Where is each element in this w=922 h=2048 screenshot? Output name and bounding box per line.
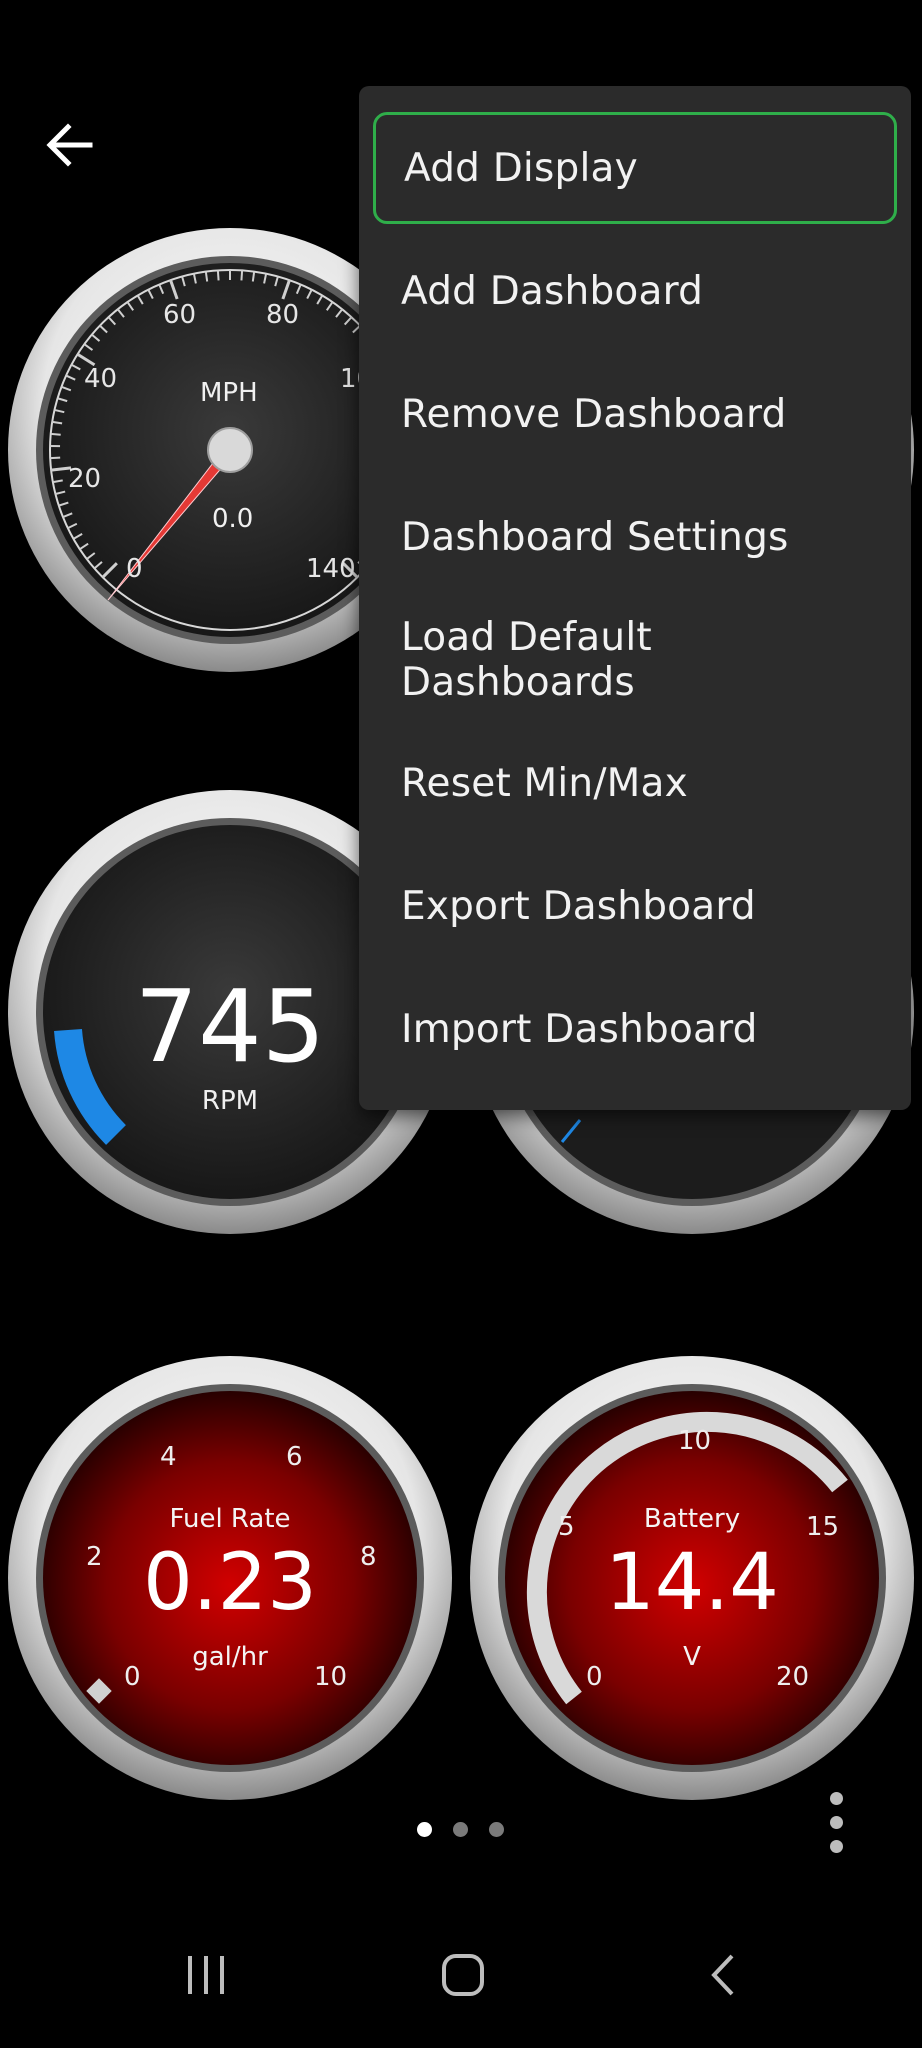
page-dot-1[interactable] (417, 1822, 432, 1837)
menu-item-remove-dashboard[interactable]: Remove Dashboard (373, 358, 897, 470)
speed-tick-mark (50, 432, 61, 436)
battery-title: Battery (643, 1504, 741, 1534)
menu-item-label: Add Dashboard (401, 268, 704, 314)
speed-tick-mark (240, 270, 244, 281)
speed-tick-140: 140 (306, 554, 356, 584)
speed-tick-80: 80 (266, 300, 300, 330)
nav-back-icon[interactable] (704, 1950, 740, 2000)
battery-tick-10: 10 (678, 1426, 712, 1456)
menu-item-label: Reset Min/Max (401, 760, 688, 806)
menu-item-label: Remove Dashboard (401, 391, 787, 437)
speed-tick-40: 40 (84, 364, 118, 394)
fuel-tick-4: 4 (160, 1442, 177, 1472)
menu-item-add-dashboard[interactable]: Add Dashboard (373, 235, 897, 347)
fuel-unit: gal/hr (192, 1642, 268, 1672)
battery-value: 14.4 (605, 1538, 779, 1628)
menu-item-export-dashboard[interactable]: Export Dashboard (373, 850, 897, 962)
back-arrow-icon[interactable] (38, 115, 102, 179)
fuel-rate-gauge[interactable]: 4 6 2 8 0 10 Fuel Rate 0.23 gal/hr (8, 1356, 452, 1800)
menu-item-label: Import Dashboard (401, 1006, 758, 1052)
speed-value: 0.0 (212, 504, 254, 534)
speed-tick-mark (204, 271, 209, 282)
overflow-menu: Add Display Add Dashboard Remove Dashboa… (359, 86, 911, 1110)
speed-title: MPH (200, 378, 258, 408)
menu-item-label: Export Dashboard (401, 883, 756, 929)
menu-item-label: Dashboard Settings (401, 514, 789, 560)
fuel-title: Fuel Rate (169, 1504, 291, 1534)
recents-icon[interactable] (184, 1950, 228, 2000)
menu-item-load-default-dashboards[interactable]: Load Default Dashboards (373, 604, 897, 716)
menu-item-label: Load Default Dashboards (401, 615, 652, 705)
page-dot-2[interactable] (453, 1822, 468, 1837)
menu-item-reset-min-max[interactable]: Reset Min/Max (373, 727, 897, 839)
speed-tick-mark (251, 271, 256, 282)
page-dot-3[interactable] (489, 1822, 504, 1837)
menu-item-dashboard-settings[interactable]: Dashboard Settings (373, 481, 897, 593)
speed-tick-0: 0 (126, 554, 143, 584)
menu-item-add-display[interactable]: Add Display (373, 112, 897, 224)
speed-tick-60: 60 (163, 300, 197, 330)
battery-gauge[interactable]: 10 5 15 0 20 Battery 14.4 V (470, 1356, 914, 1800)
more-vertical-icon[interactable] (820, 1790, 856, 1856)
battery-unit: V (683, 1642, 701, 1672)
speed-tick-mark (216, 270, 220, 281)
menu-item-import-dashboard[interactable]: Import Dashboard (373, 973, 897, 1085)
home-icon[interactable] (440, 1950, 486, 2000)
speed-tick-20: 20 (68, 464, 102, 494)
fuel-tick-6: 6 (286, 1442, 303, 1472)
fuel-value: 0.23 (143, 1538, 317, 1628)
menu-item-label: Add Display (404, 145, 638, 191)
